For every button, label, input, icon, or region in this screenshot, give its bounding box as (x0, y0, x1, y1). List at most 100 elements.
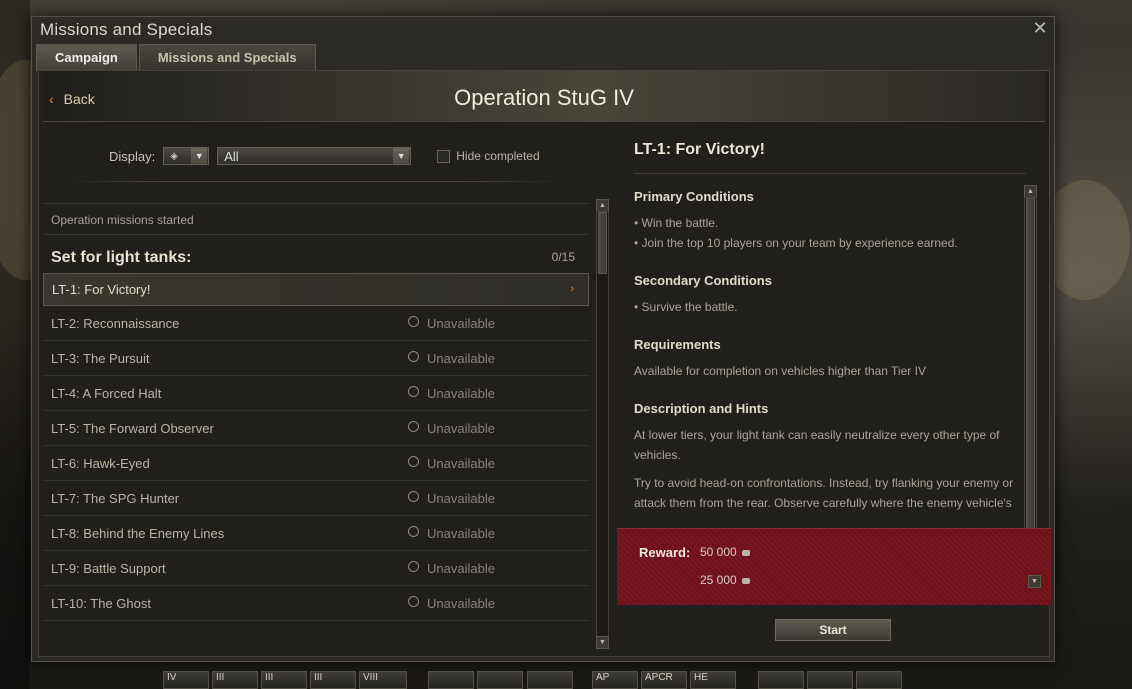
scroll-down-arrow[interactable]: ▼ (596, 636, 609, 649)
mission-item-lt-3[interactable]: LT-3: The Pursuit Unavailable (43, 341, 589, 376)
mission-item-lt-5[interactable]: LT-5: The Forward Observer Unavailable (43, 411, 589, 446)
mission-list-panel: Display: ◈ ▼ All ▼ Hide completed Operat… (43, 125, 611, 653)
hide-completed-label: Hide completed (456, 149, 540, 163)
mission-item-lt-2[interactable]: LT-2: Reconnaissance Unavailable (43, 306, 589, 341)
hide-completed-toggle[interactable]: Hide completed (437, 149, 540, 163)
mission-status-text: Unavailable (427, 421, 495, 436)
equipment-slot[interactable] (758, 671, 804, 689)
vehicle-carousel: IV III III III VIII AP APCR HE (0, 664, 1132, 689)
mission-status-text: Unavailable (427, 316, 495, 331)
mission-status-text: Unavailable (427, 491, 495, 506)
divider (634, 173, 1026, 174)
mission-item-lt-9[interactable]: LT-9: Battle Support Unavailable (43, 551, 589, 586)
mission-status-text: Unavailable (427, 386, 495, 401)
chevron-down-icon: ▼ (191, 148, 208, 164)
hide-completed-checkbox[interactable] (437, 149, 451, 163)
carousel-slot[interactable] (428, 671, 474, 689)
mission-item-lt-4[interactable]: LT-4: A Forced Halt Unavailable (43, 376, 589, 411)
mission-filter-select[interactable]: All ▼ (217, 147, 412, 165)
mission-item-lt-6[interactable]: LT-6: Hawk-Eyed Unavailable (43, 446, 589, 481)
mission-label: LT-9: Battle Support (51, 561, 166, 576)
carousel-slot[interactable]: III (261, 671, 307, 689)
close-icon[interactable]: ✕ (1031, 19, 1049, 37)
mission-label: LT-2: Reconnaissance (51, 316, 180, 331)
reward-value: 25 000 (700, 573, 737, 587)
ammo-slot[interactable]: AP (592, 671, 638, 689)
primary-conditions-title: Primary Conditions (634, 189, 754, 204)
tab-campaign[interactable]: Campaign (36, 44, 137, 71)
credits-icon (741, 577, 750, 584)
vehicle-type-icon: ◈ (170, 150, 178, 162)
description-paragraph: Try to avoid head-on confrontations. Ins… (634, 476, 1014, 510)
mission-item-lt-1[interactable]: LT-1: For Victory! › (43, 273, 589, 306)
carousel-slot[interactable] (477, 671, 523, 689)
credits-icon (741, 549, 750, 556)
tab-missions-and-specials[interactable]: Missions and Specials (138, 44, 316, 71)
unavailable-icon (408, 316, 419, 328)
description-paragraph: At lower tiers, your light tank can easi… (634, 428, 1000, 462)
operation-status-text: Operation missions started (43, 203, 589, 235)
scroll-down-arrow[interactable]: ▼ (1028, 575, 1041, 588)
mission-label: LT-1: For Victory! (52, 282, 151, 297)
ammo-slot[interactable]: APCR (641, 671, 687, 689)
mission-label: LT-10: The Ghost (51, 596, 151, 611)
reward-label: Reward: (639, 545, 691, 560)
tab-bar: Campaign Missions and Specials (36, 44, 316, 71)
mission-status-text: Unavailable (427, 456, 495, 471)
unavailable-icon (408, 596, 419, 608)
mission-status: Unavailable (408, 586, 495, 621)
mission-detail-body: Primary Conditions Win the battle. Join … (634, 187, 1019, 549)
requirements: Requirements Available for completion on… (634, 335, 1019, 381)
scrollbar-thumb[interactable] (1026, 198, 1035, 570)
mission-status: Unavailable (408, 376, 495, 411)
mission-status-text: Unavailable (427, 561, 495, 576)
mission-status: Unavailable (408, 551, 495, 586)
description: Description and Hints At lower tiers, yo… (634, 399, 1019, 513)
unavailable-icon (408, 561, 419, 573)
carousel-slot[interactable] (527, 671, 573, 689)
mission-filter-value: All (224, 148, 239, 164)
carousel-slot[interactable]: III (310, 671, 356, 689)
mission-status: Unavailable (408, 411, 495, 446)
mission-status: Unavailable (408, 341, 495, 376)
mission-item-lt-7[interactable]: LT-7: The SPG Hunter Unavailable (43, 481, 589, 516)
mission-label: LT-3: The Pursuit (51, 351, 150, 366)
mission-list-area: Operation missions started Set for light… (43, 203, 593, 653)
condition-item: Survive the battle. (634, 297, 1019, 317)
carousel-slot[interactable]: IV (163, 671, 209, 689)
filter-row: Display: ◈ ▼ All ▼ Hide completed (109, 147, 540, 165)
condition-item: Join the top 10 players on your team by … (634, 233, 1019, 253)
start-button[interactable]: Start (775, 619, 891, 641)
condition-item: Win the battle. (634, 213, 1019, 233)
carousel-slot[interactable]: VIII (359, 671, 407, 689)
ammo-slot[interactable]: HE (690, 671, 736, 689)
unavailable-icon (408, 386, 419, 398)
mission-status-text: Unavailable (427, 526, 495, 541)
mission-status: Unavailable (408, 516, 495, 551)
unavailable-icon (408, 456, 419, 468)
equipment-slot[interactable] (856, 671, 902, 689)
scrollbar-thumb[interactable] (598, 212, 607, 274)
mission-item-lt-8[interactable]: LT-8: Behind the Enemy Lines Unavailable (43, 516, 589, 551)
display-label: Display: (109, 148, 156, 164)
equipment-slot[interactable] (807, 671, 853, 689)
mission-status: Unavailable (408, 446, 495, 481)
unavailable-icon (408, 526, 419, 538)
reward-value: 50 000 (700, 545, 737, 559)
mission-label: LT-5: The Forward Observer (51, 421, 214, 436)
mission-item-lt-10[interactable]: LT-10: The Ghost Unavailable (43, 586, 589, 621)
set-progress-count: 0/15 (551, 250, 575, 264)
requirements-title: Requirements (634, 337, 721, 352)
mission-status-text: Unavailable (427, 596, 495, 611)
carousel-slot[interactable]: III (212, 671, 258, 689)
unavailable-icon (408, 351, 419, 363)
set-title: Set for light tanks: (51, 249, 192, 266)
detail-scrollbar[interactable] (1024, 197, 1037, 575)
mission-list: LT-1: For Victory! › LT-2: Reconnaissanc… (43, 273, 589, 621)
mission-list-scrollbar[interactable] (596, 211, 609, 637)
description-title: Description and Hints (634, 401, 769, 416)
unavailable-icon (408, 491, 419, 503)
vehicle-type-select[interactable]: ◈ ▼ (163, 147, 210, 165)
mission-status: Unavailable (408, 481, 495, 516)
missions-window: Missions and Specials ✕ Campaign Mission… (31, 16, 1055, 662)
